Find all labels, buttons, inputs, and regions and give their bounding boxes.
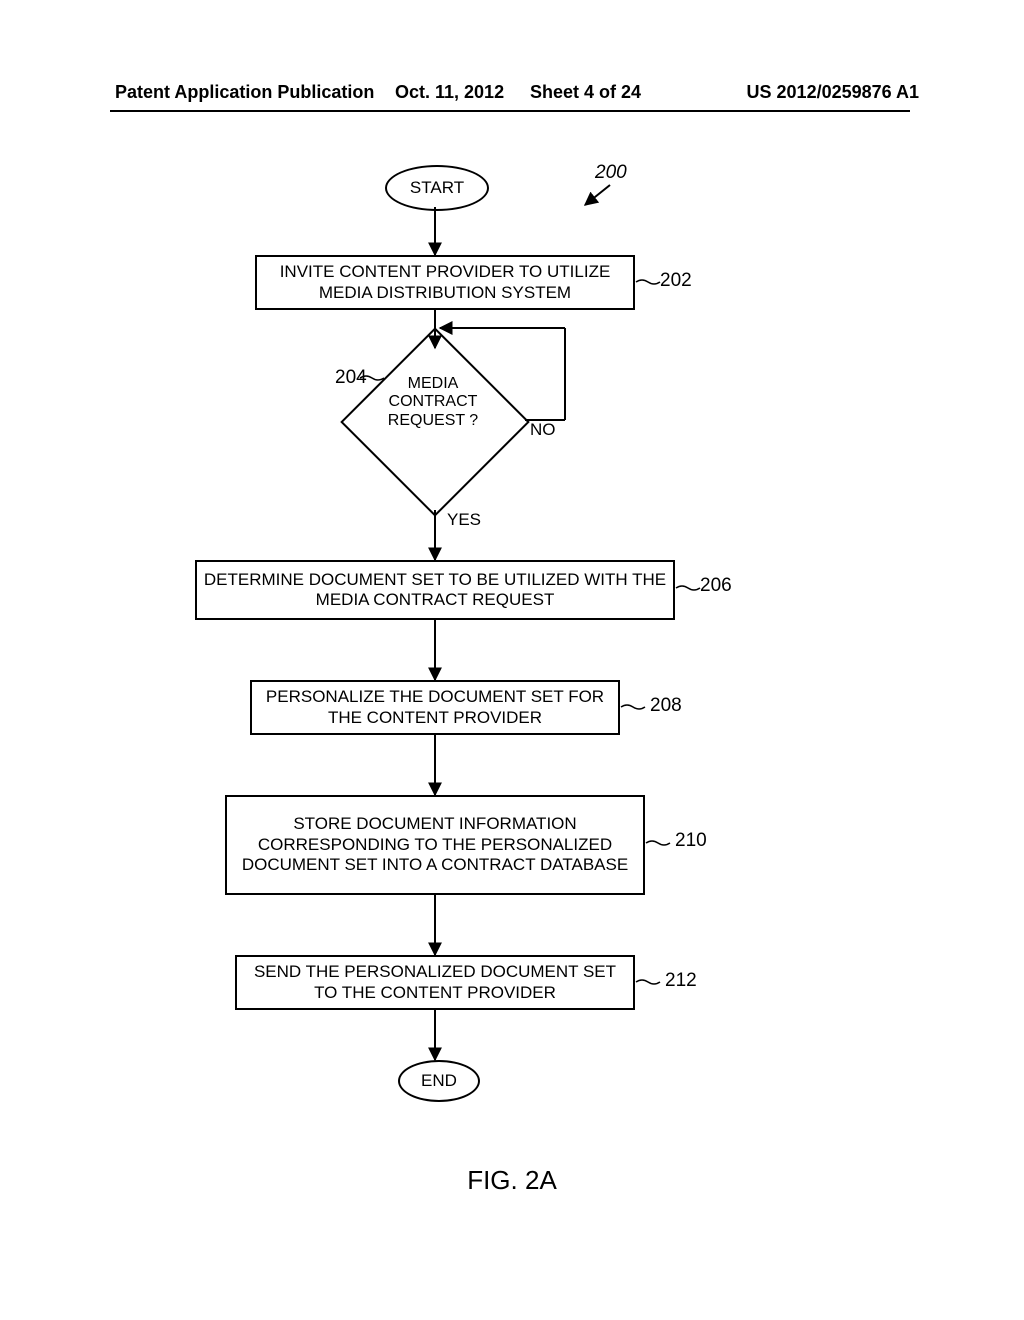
terminator-end: END bbox=[398, 1060, 480, 1102]
terminator-end-label: END bbox=[421, 1071, 457, 1091]
ref-204: 204 bbox=[335, 367, 367, 389]
header-docnum: US 2012/0259876 A1 bbox=[747, 82, 919, 103]
connectors bbox=[0, 0, 1024, 1320]
header-sheet: Sheet 4 of 24 bbox=[530, 82, 641, 103]
decision-media-contract bbox=[340, 327, 530, 517]
step-personalize: PERSONALIZE THE DOCUMENT SET FOR THE CON… bbox=[250, 680, 620, 735]
step-invite-text: INVITE CONTENT PROVIDER TO UTILIZE MEDIA… bbox=[263, 262, 627, 303]
edge-yes: YES bbox=[447, 510, 481, 530]
header-publication: Patent Application Publication bbox=[115, 82, 374, 103]
ref-208: 208 bbox=[650, 695, 682, 717]
figure-label: FIG. 2A bbox=[0, 1165, 1024, 1196]
ref-202: 202 bbox=[660, 270, 692, 292]
edge-no: NO bbox=[530, 420, 556, 440]
step-determine-text: DETERMINE DOCUMENT SET TO BE UTILIZED WI… bbox=[203, 570, 667, 611]
header-rule bbox=[110, 110, 910, 112]
step-send: SEND THE PERSONALIZED DOCUMENT SET TO TH… bbox=[235, 955, 635, 1010]
header-date: Oct. 11, 2012 bbox=[395, 82, 504, 103]
ref-212: 212 bbox=[665, 970, 697, 992]
page: Patent Application Publication Oct. 11, … bbox=[0, 0, 1024, 1320]
step-invite: INVITE CONTENT PROVIDER TO UTILIZE MEDIA… bbox=[255, 255, 635, 310]
step-send-text: SEND THE PERSONALIZED DOCUMENT SET TO TH… bbox=[243, 962, 627, 1003]
step-determine: DETERMINE DOCUMENT SET TO BE UTILIZED WI… bbox=[195, 560, 675, 620]
ref-200: 200 bbox=[595, 162, 627, 184]
step-personalize-text: PERSONALIZE THE DOCUMENT SET FOR THE CON… bbox=[258, 687, 612, 728]
step-store-text: STORE DOCUMENT INFORMATION CORRESPONDING… bbox=[233, 814, 637, 875]
ref-210: 210 bbox=[675, 830, 707, 852]
page-header: Patent Application Publication Oct. 11, … bbox=[0, 82, 1024, 88]
terminator-start: START bbox=[385, 165, 489, 211]
terminator-start-label: START bbox=[410, 178, 464, 198]
step-store: STORE DOCUMENT INFORMATION CORRESPONDING… bbox=[225, 795, 645, 895]
ref-206: 206 bbox=[700, 575, 732, 597]
